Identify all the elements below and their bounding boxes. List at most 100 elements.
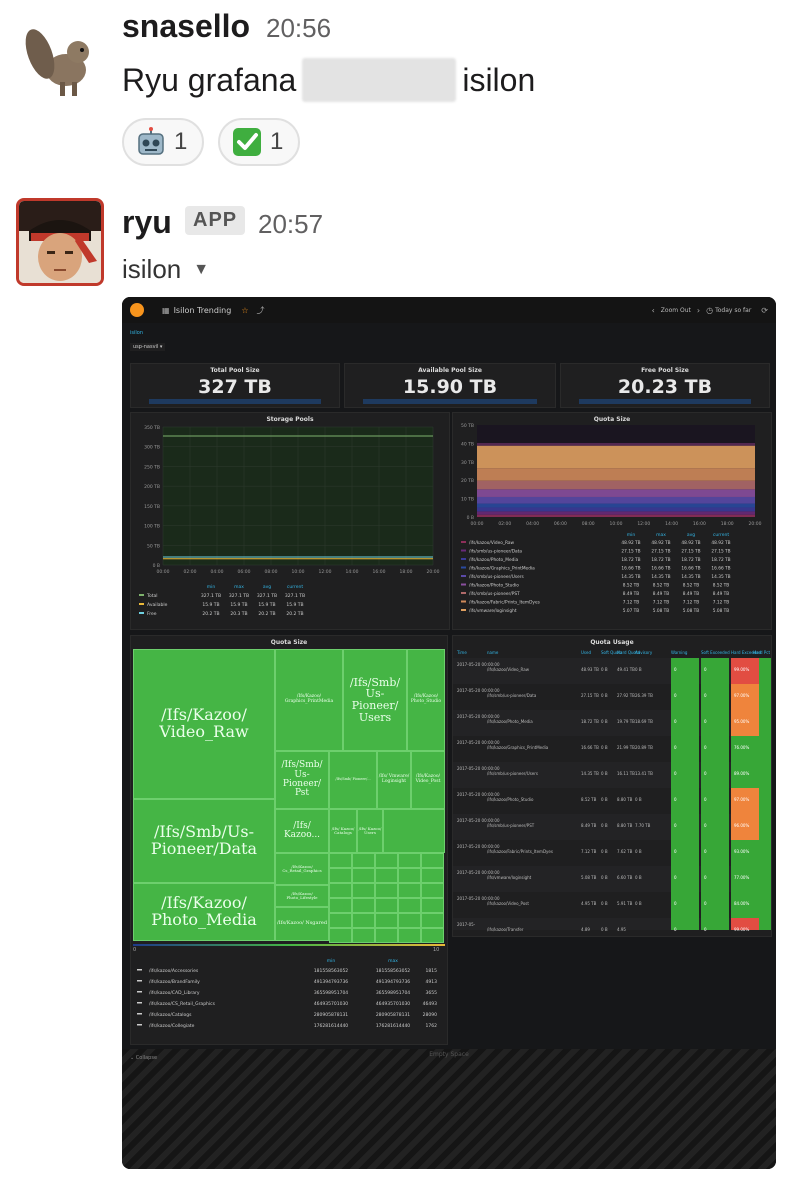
- y-tick-label: 0 B: [467, 515, 474, 521]
- treemap-cell[interactable]: [375, 898, 398, 913]
- treemap-cell[interactable]: /Ifs/Kazoo/ Nsgared: [275, 907, 329, 941]
- treemap-cell[interactable]: /Ifs/Kazoo/ Photo_Media: [133, 883, 275, 941]
- treemap-cell[interactable]: /Ifs/Kazoo/ Video_Raw: [133, 649, 275, 799]
- star-icon[interactable]: ☆: [241, 306, 248, 315]
- table-cell: 93.00%: [734, 849, 749, 854]
- treemap-cell[interactable]: /Ifs/ Kazoo...: [275, 809, 329, 853]
- area-band: [477, 507, 755, 512]
- share-icon[interactable]: ⤴: [256, 305, 264, 316]
- treemap-cell[interactable]: /Ifs/Kazoo/ Photo_Studio: [407, 649, 445, 751]
- treemap-cell[interactable]: [398, 883, 421, 898]
- legend-value: 18.72 TB: [621, 557, 640, 563]
- empty-space-panel: ⌄ Collapse Empty Space: [122, 1049, 776, 1169]
- sender-name[interactable]: ryu: [122, 204, 172, 240]
- treemap-cell[interactable]: [398, 928, 421, 943]
- message-timestamp[interactable]: 20:56: [266, 10, 331, 46]
- status-cell: [759, 866, 771, 892]
- treemap-cell[interactable]: [329, 928, 352, 943]
- treemap-cell[interactable]: /Ifs/Smb/ Us- Pioneer/ Pst: [275, 751, 329, 809]
- treemap-cell[interactable]: /Ifs/Smb/Us- Pioneer/Data: [133, 799, 275, 883]
- reaction-robot[interactable]: 1: [122, 118, 204, 166]
- treemap-cell[interactable]: [352, 868, 375, 883]
- treemap-cell[interactable]: [375, 913, 398, 928]
- message-timestamp[interactable]: 20:57: [258, 206, 323, 242]
- treemap-cell[interactable]: [421, 883, 444, 898]
- scale-min: 0: [133, 947, 137, 953]
- storage-pools-graph[interactable]: 350 TB 300 TB 250 TB 200 TB 150 TB 100 TB 50 T…: [131, 413, 449, 629]
- sender-name[interactable]: snasello: [122, 8, 250, 44]
- treemap-cell[interactable]: [398, 898, 421, 913]
- reaction-check[interactable]: 1: [218, 118, 300, 166]
- treemap-cell[interactable]: [375, 853, 398, 868]
- legend-value: 8.52 TB: [653, 583, 670, 589]
- avatar-snasello[interactable]: [18, 14, 104, 100]
- treemap-cell[interactable]: [421, 898, 444, 913]
- grafana-logo-icon[interactable]: [130, 303, 144, 317]
- legend-name: /ifs/smb/us-pioneer/Users: [469, 574, 525, 580]
- treemap-cell[interactable]: [352, 883, 375, 898]
- avatar-ryu[interactable]: [16, 198, 104, 286]
- treemap-cell[interactable]: /Ifs/ Kazoo/ Users: [357, 809, 383, 853]
- treemap-cell[interactable]: [329, 913, 352, 928]
- grafana-screenshot[interactable]: ▦ Isilon Trending ☆ ⤴ ‹ Zoom Out › ◷ Tod…: [122, 297, 776, 1169]
- attachment-title[interactable]: isilon ▼: [122, 254, 209, 285]
- area-band: [477, 496, 755, 504]
- table-cell: 46493: [423, 1001, 437, 1007]
- treemap-cell[interactable]: /Ifs/Smb/ Pioneer/...: [329, 751, 377, 809]
- legend-value: 14.35 TB: [681, 574, 700, 580]
- x-tick-label: 04:00: [526, 521, 539, 527]
- treemap[interactable]: /Ifs/Kazoo/ Video_Raw/Ifs/Smb/Us- Pionee…: [133, 649, 445, 943]
- treemap-cell[interactable]: /Ifs/Kazoo/ Graphics_PrintMedia: [275, 649, 343, 751]
- area-band: [477, 514, 755, 517]
- zoom-forward-icon[interactable]: ›: [697, 306, 700, 315]
- legend-value: 14.35 TB: [621, 574, 640, 580]
- treemap-cell[interactable]: [329, 853, 352, 868]
- table-cell: /ifs/kazoo/BrandFamily: [149, 979, 200, 985]
- legend-swatch: [461, 566, 466, 569]
- legend-swatch: [137, 980, 142, 982]
- legend-name: /ifs/kazoo/Photo_Media: [469, 557, 519, 563]
- dashboard-title[interactable]: Isilon Trending: [174, 306, 232, 315]
- treemap-cell[interactable]: /Ifs/Kazoo/ Photo_Lifestyle: [275, 885, 329, 907]
- refresh-icon[interactable]: ⟳: [761, 306, 768, 315]
- legend-swatch: [461, 600, 466, 603]
- treemap-cell[interactable]: [352, 913, 375, 928]
- treemap-cell[interactable]: /Ifs/ Vmware/ Loginsight: [377, 751, 411, 809]
- legend-value: 18.72 TB: [681, 557, 700, 563]
- treemap-cell[interactable]: [352, 898, 375, 913]
- y-tick-label: 20 TB: [461, 478, 474, 484]
- treemap-cell[interactable]: [375, 883, 398, 898]
- treemap-cell[interactable]: /Ifs/Smb/ Us- Pioneer/ Users: [343, 649, 407, 751]
- treemap-cell[interactable]: [398, 868, 421, 883]
- table-cell: 96.00%: [734, 823, 749, 828]
- treemap-cell[interactable]: [352, 928, 375, 943]
- treemap-cell[interactable]: [329, 898, 352, 913]
- legend-name: /ifs/kazoo/Fabric/Prints_ItemDyes: [469, 600, 541, 606]
- treemap-cell[interactable]: [421, 913, 444, 928]
- treemap-cell[interactable]: [329, 883, 352, 898]
- quota-size-graph[interactable]: 50 TB 40 TB 30 TB 20 TB 10 TB 0 B00:00 02:00 04…: [453, 413, 771, 629]
- time-range-picker[interactable]: Today so far: [715, 307, 751, 314]
- treemap-cell[interactable]: [383, 809, 445, 853]
- caret-down-icon[interactable]: ▼: [193, 261, 209, 279]
- treemap-cell[interactable]: /Ifs/Kazoo/ Video_Post: [411, 751, 445, 809]
- legend-value: 327.1 TB: [285, 593, 305, 599]
- status-cell: [759, 840, 771, 866]
- treemap-cell[interactable]: [398, 913, 421, 928]
- x-tick-label: 14:00: [665, 521, 678, 527]
- treemap-cell[interactable]: [398, 853, 421, 868]
- treemap-cell[interactable]: [421, 853, 444, 868]
- treemap-cell[interactable]: /Ifs/Kazoo/ Cs_Retail_Graphics: [275, 853, 329, 885]
- treemap-cell[interactable]: [421, 928, 444, 943]
- legend-value: 48.92 TB: [651, 540, 670, 546]
- treemap-cell[interactable]: [352, 853, 375, 868]
- zoom-back-icon[interactable]: ‹: [652, 306, 655, 315]
- treemap-cell[interactable]: [375, 928, 398, 943]
- treemap-cell[interactable]: [329, 868, 352, 883]
- zoom-out-button[interactable]: Zoom Out: [661, 307, 691, 314]
- variable-select[interactable]: usp-nasvil ▾: [130, 343, 166, 351]
- treemap-cell[interactable]: [421, 868, 444, 883]
- treemap-cell[interactable]: [375, 868, 398, 883]
- treemap-cell[interactable]: /Ifs/ Kazoo/ Catalogs: [329, 809, 357, 853]
- legend-name: /ifs/kazoo/Graphics_PrintMedia: [469, 566, 535, 572]
